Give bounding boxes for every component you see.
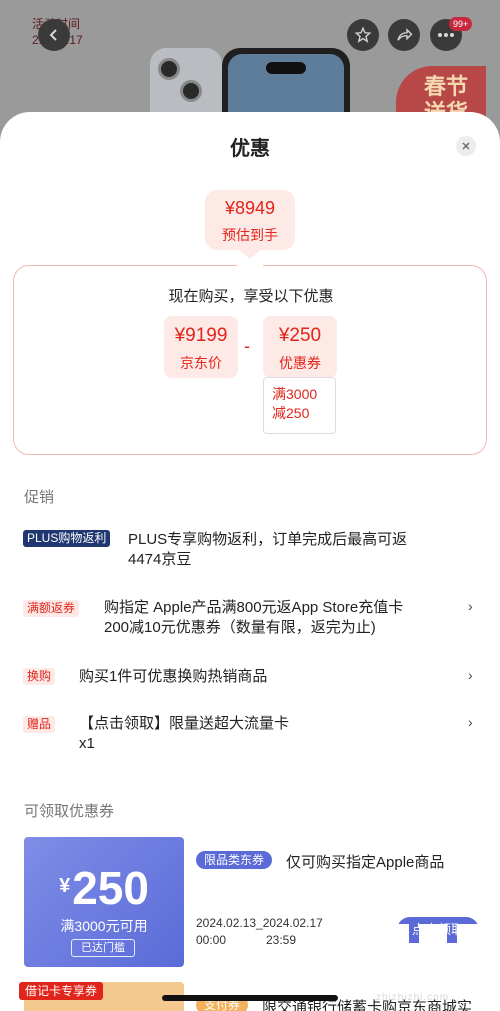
minus-sign: - [244,336,250,356]
chevron-right-icon[interactable]: › [468,714,473,730]
estimated-price-box: ¥8949 预估到手 [205,190,295,250]
camera-lens [180,80,202,102]
promo-item-trade-in[interactable]: 购买1件可优惠换购热销商品 [79,667,267,687]
jd-price-label: 京东价 [180,355,222,371]
coupon-value-box: ¥250 优惠券 [263,316,337,378]
chevron-right-icon[interactable]: › [468,598,473,614]
coupon-value: ¥250 [278,325,322,346]
chevron-right-icon[interactable]: › [468,667,473,683]
promotions-section-title: 促销 [24,489,55,506]
back-icon[interactable] [38,19,70,51]
jd-price: ¥9199 [174,325,228,346]
estimated-price-label: 预估到手 [222,227,278,243]
debit-card-coupon-tag: 借记卡专享券 [19,982,104,1000]
coupon-amount-panel: ¥250 满3000元可用 已达门槛 [24,837,184,967]
estimate-pointer [239,250,261,259]
estimated-price: ¥8949 [224,198,276,218]
promo-tag-trade-in: 换购 [23,668,56,685]
sheet-title: 优惠 [230,138,270,160]
cart-count-badge: 99+ [449,17,473,31]
breakdown-title: 现在购买，享受以下优惠 [168,288,334,305]
coupon-time-start: 00:00 [196,933,227,947]
discount-breakdown: 现在购买，享受以下优惠 ¥9199 京东价 - ¥250 优惠券 满3000 减… [13,265,487,455]
coupons-section-title: 可领取优惠券 [24,803,115,820]
watermark-logo [381,924,409,980]
home-indicator [162,995,338,1001]
close-icon[interactable] [456,136,476,156]
share-icon[interactable] [388,19,420,51]
offers-sheet: 优惠 ¥8949 预估到手 现在购买，享受以下优惠 ¥9199 京东价 - ¥2… [0,112,500,1011]
coupon-threshold: 满3000元可用 [60,918,148,934]
promo-item-coupon-return[interactable]: 购指定 Apple产品满800元返App Store充值卡 200减10元优惠券… [104,598,403,638]
promo-tag-coupon-return: 满额返券 [23,600,80,617]
promo-tag-gift: 赠品 [23,716,56,733]
jd-price-box: ¥9199 京东价 [164,316,238,378]
camera-lens [158,58,180,80]
promo-item-plus[interactable]: PLUS专享购物返利，订单完成后最高可返 4474京豆 [128,530,407,570]
watermark-logo [419,924,447,980]
star-icon[interactable] [347,19,379,51]
promo-item-gift[interactable]: 【点击领取】限量送超大流量卡 x1 [79,714,289,754]
threshold-reached-badge: 已达门槛 [71,939,135,957]
watermark-logo [457,924,485,980]
coupon-time-end: 23:59 [266,933,297,947]
coupon-amount: ¥250 [59,862,149,914]
watermark-text: zhizhizhi.com [376,992,450,1003]
coupon-category-tag: 限品类东券 [196,851,273,869]
coupon-date-range: 2024.02.13_2024.02.17 [196,916,323,930]
coupon-condition: 满3000 减250 [263,377,336,434]
coupon-value-label: 优惠券 [279,355,321,371]
promo-tag-plus: PLUS购物返利 [23,530,111,547]
coupon-description: 仅可购买指定Apple商品 [286,854,445,871]
